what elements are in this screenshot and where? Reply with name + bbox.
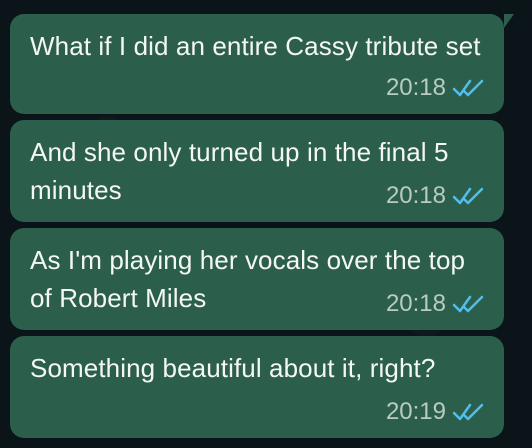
message-bubble[interactable]: Something beautiful about it, right? 20:… bbox=[10, 336, 504, 438]
double-check-icon bbox=[452, 187, 484, 205]
message-bubble[interactable]: As I'm playing her vocals over the top o… bbox=[10, 228, 504, 330]
message-time: 20:18 bbox=[385, 182, 446, 209]
message-time: 20:19 bbox=[385, 398, 446, 425]
double-check-icon bbox=[452, 295, 484, 313]
message-text: What if I did an entire Cassy tribute se… bbox=[30, 31, 481, 61]
message-time: 20:18 bbox=[385, 74, 446, 101]
message-meta: 20:19 bbox=[386, 398, 484, 426]
message-meta: 20:18 bbox=[386, 74, 484, 102]
message-bubble[interactable]: And she only turned up in the final 5 mi… bbox=[10, 120, 504, 222]
message-meta: 20:18 bbox=[386, 290, 484, 318]
double-check-icon bbox=[452, 79, 484, 97]
message-bubble[interactable]: What if I did an entire Cassy tribute se… bbox=[10, 14, 514, 114]
message-time: 20:18 bbox=[385, 290, 446, 317]
double-check-icon bbox=[452, 403, 484, 421]
message-text: Something beautiful about it, right? bbox=[30, 353, 436, 383]
chat-thread: What if I did an entire Cassy tribute se… bbox=[0, 0, 532, 448]
message-meta: 20:18 bbox=[386, 182, 484, 210]
